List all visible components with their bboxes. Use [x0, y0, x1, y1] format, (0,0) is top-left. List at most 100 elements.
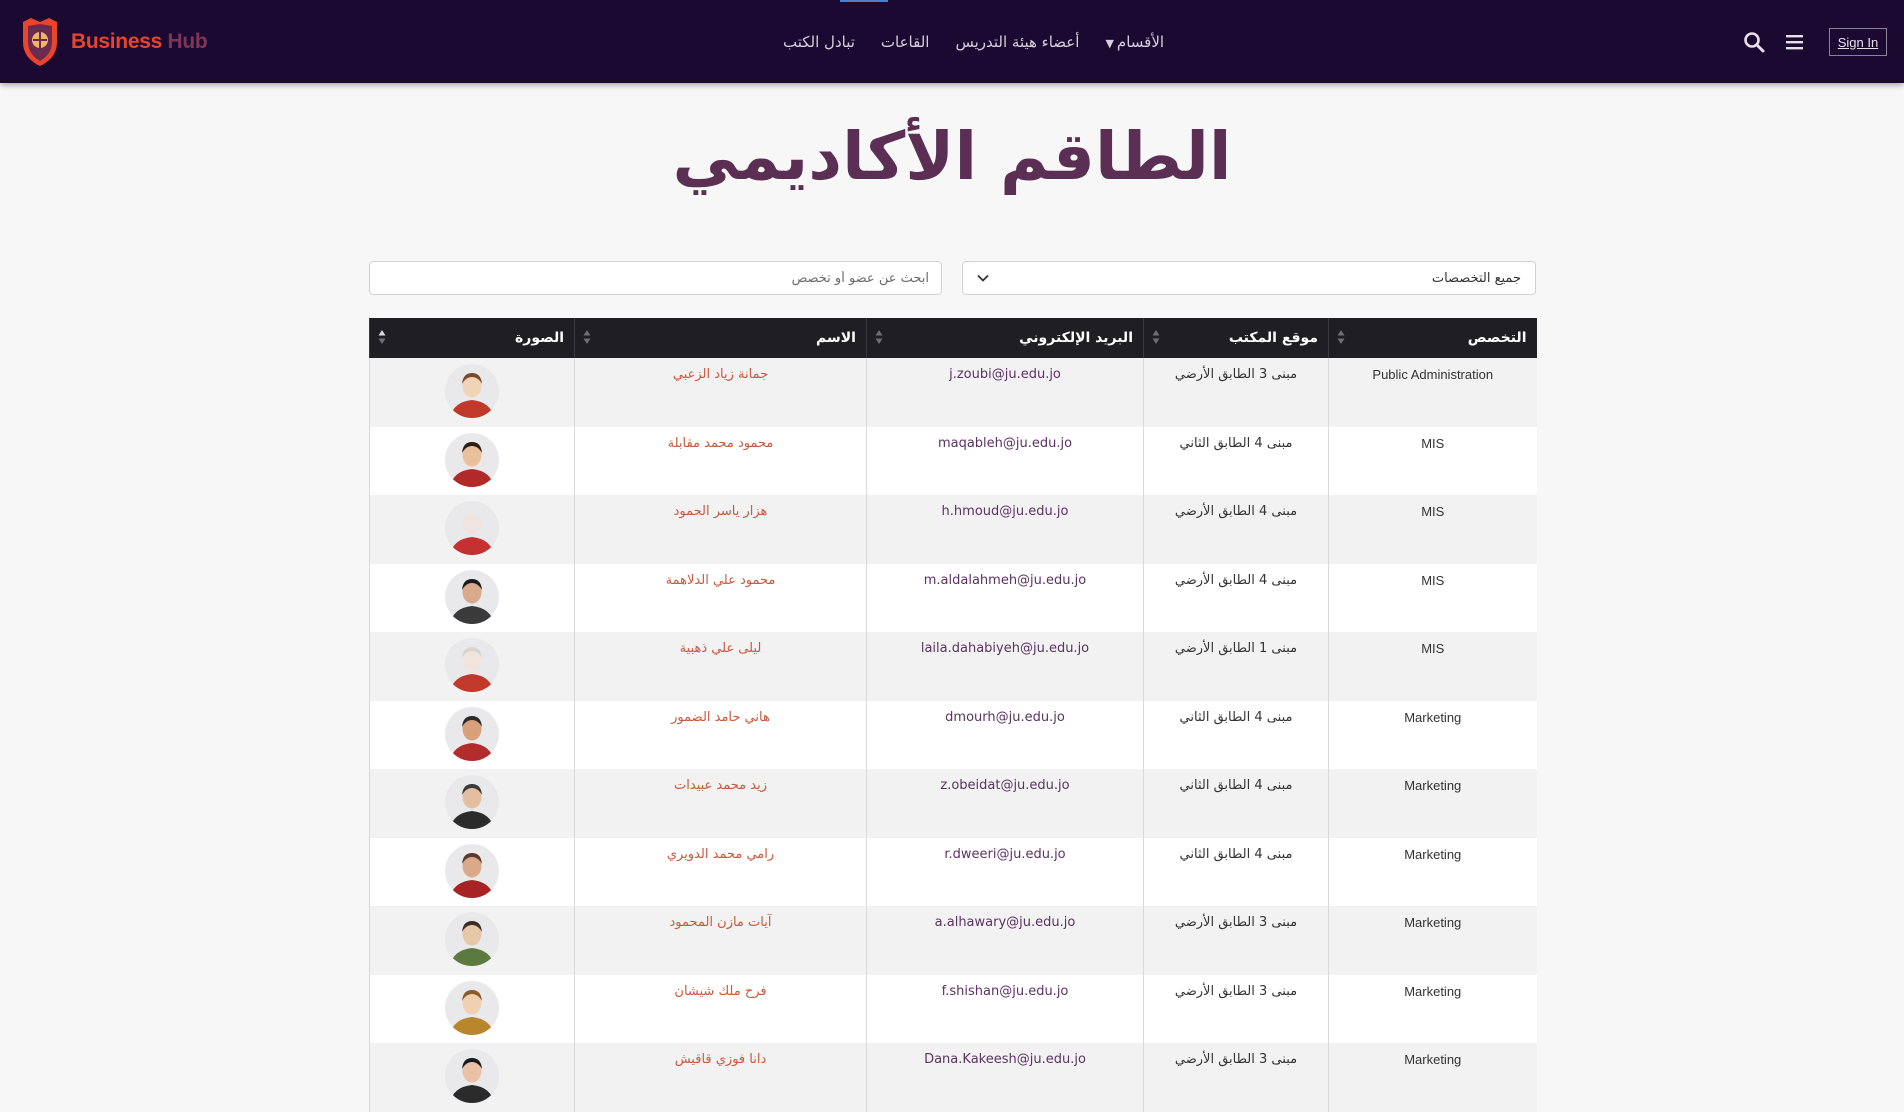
- header-specialization[interactable]: التخصص: [1328, 318, 1537, 358]
- name-link[interactable]: هاني حامد الضمور: [574, 700, 867, 769]
- top-navbar: Business Hub الأقسام▼ أعضاء هيئة التدريس…: [0, 0, 1904, 83]
- table-row: MIS مبنى 4 الطابق الثاني maqableh@ju.edu.j…: [369, 426, 1537, 495]
- name-link[interactable]: جمانة زياد الزعبي: [574, 358, 867, 427]
- table-row: MIS مبنى 4 الطابق الأرضي m.aldalahmeh@ju.e…: [369, 563, 1537, 632]
- photo-cell: [369, 1043, 575, 1112]
- avatar: [445, 775, 499, 829]
- specialization-cell: Marketing: [1328, 974, 1537, 1043]
- photo-cell: [369, 974, 575, 1043]
- table-row: Marketing مبنى 3 الطابق الأرضي f.shishan@j…: [369, 974, 1537, 1043]
- office-location-cell: مبنى 4 الطابق الثاني: [1143, 426, 1329, 495]
- specialization-cell: Public Administration: [1328, 358, 1537, 427]
- search-input[interactable]: [369, 261, 942, 295]
- office-location-cell: مبنى 4 الطابق الأرضي: [1143, 495, 1329, 564]
- specialization-cell: MIS: [1328, 426, 1537, 495]
- avatar: [445, 912, 499, 966]
- photo-cell: [369, 700, 575, 769]
- sort-icon: [583, 330, 591, 344]
- brand[interactable]: Business Hub: [19, 16, 208, 68]
- specialization-cell: Marketing: [1328, 769, 1537, 838]
- chevron-down-icon: [977, 274, 989, 282]
- nav-item-departments-label: الأقسام: [1116, 32, 1165, 51]
- email-link[interactable]: Dana.Kakeesh@ju.edu.jo: [866, 1043, 1144, 1112]
- brand-name-part1: Business: [71, 30, 162, 53]
- avatar: [445, 638, 499, 692]
- email-link[interactable]: laila.dahabiyeh@ju.edu.jo: [866, 632, 1144, 701]
- office-location-cell: مبنى 4 الطابق الثاني: [1143, 837, 1329, 906]
- name-link[interactable]: دانا فوزي قاقيش: [574, 1043, 867, 1112]
- table-row: Marketing مبنى 4 الطابق الثاني dmourh@ju.e…: [369, 700, 1537, 769]
- specialization-select[interactable]: جميع التخصصات: [962, 261, 1536, 295]
- photo-cell: [369, 632, 575, 701]
- email-link[interactable]: a.alhawary@ju.edu.jo: [866, 906, 1144, 975]
- office-location-cell: مبنى 1 الطابق الأرضي: [1143, 632, 1329, 701]
- name-link[interactable]: محمود محمد مقابلة: [574, 426, 867, 495]
- hamburger-menu-icon[interactable]: [1784, 31, 1806, 53]
- avatar: [445, 843, 499, 898]
- name-link[interactable]: ليلى علي ذهبية: [574, 632, 867, 701]
- header-office-label: موقع المكتب: [1228, 330, 1318, 346]
- header-email-label: البريد الإلكتروني: [1019, 330, 1133, 346]
- name-link[interactable]: محمود علي الدلاهمة: [574, 563, 867, 632]
- faculty-table-container: التخصص موقع المكتب البريد الإلكتروني الا…: [369, 318, 1537, 1112]
- avatar: [445, 706, 499, 761]
- header-office[interactable]: موقع المكتب: [1143, 318, 1329, 358]
- email-link[interactable]: h.hmoud@ju.edu.jo: [866, 495, 1144, 564]
- search-icon[interactable]: [1743, 31, 1765, 53]
- office-location-cell: مبنى 4 الطابق الثاني: [1143, 769, 1329, 838]
- table-row: Marketing مبنى 4 الطابق الثاني z.obeidat@j…: [369, 769, 1537, 838]
- header-name-label: الاسم: [816, 330, 856, 346]
- table-row: Marketing مبنى 3 الطابق الأرضي Dana.Kakees…: [369, 1043, 1537, 1112]
- nav-item-book-exchange[interactable]: تبادل الكتب: [783, 33, 855, 51]
- office-location-cell: مبنى 3 الطابق الأرضي: [1143, 358, 1329, 427]
- avatar: [445, 569, 499, 624]
- table-row: MIS مبنى 1 الطابق الأرضي laila.dahabiyeh@j…: [369, 632, 1537, 701]
- table-header-row: التخصص موقع المكتب البريد الإلكتروني الا…: [369, 318, 1537, 358]
- photo-cell: [369, 563, 575, 632]
- avatar: [445, 364, 499, 418]
- specialization-cell: Marketing: [1328, 700, 1537, 769]
- office-location-cell: مبنى 3 الطابق الأرضي: [1143, 1043, 1329, 1112]
- name-link[interactable]: زيد محمد عبيدات: [574, 769, 867, 838]
- email-link[interactable]: maqableh@ju.edu.jo: [866, 426, 1144, 495]
- specialization-select-value: جميع التخصصات: [1431, 270, 1521, 286]
- specialization-cell: MIS: [1328, 495, 1537, 564]
- brand-name: Business Hub: [71, 30, 208, 54]
- email-link[interactable]: r.dweeri@ju.edu.jo: [866, 837, 1144, 906]
- name-link[interactable]: رامي محمد الدويري: [574, 837, 867, 906]
- name-link[interactable]: هزار ياسر الحمود: [574, 495, 867, 564]
- avatar: [445, 501, 499, 555]
- office-location-cell: مبنى 3 الطابق الأرضي: [1143, 906, 1329, 975]
- brand-logo-icon: [23, 18, 57, 66]
- sign-in-button[interactable]: Sign In: [1829, 28, 1887, 56]
- specialization-cell: MIS: [1328, 632, 1537, 701]
- sort-icon: [1337, 330, 1345, 344]
- header-email[interactable]: البريد الإلكتروني: [866, 318, 1144, 358]
- nav-item-halls[interactable]: القاعات: [881, 33, 930, 51]
- photo-cell: [369, 426, 575, 495]
- faculty-table: التخصص موقع المكتب البريد الإلكتروني الا…: [369, 318, 1537, 1112]
- photo-cell: [369, 495, 575, 564]
- photo-cell: [369, 769, 575, 838]
- header-name[interactable]: الاسم: [574, 318, 867, 358]
- main-menu: الأقسام▼ أعضاء هيئة التدريس القاعات تباد…: [770, 0, 1177, 83]
- nav-item-faculty[interactable]: أعضاء هيئة التدريس: [955, 33, 1079, 51]
- specialization-cell: Marketing: [1328, 837, 1537, 906]
- table-row: Public Administration مبنى 3 الطابق الأرض…: [369, 358, 1537, 427]
- specialization-cell: MIS: [1328, 563, 1537, 632]
- nav-item-departments[interactable]: الأقسام▼: [1105, 33, 1164, 51]
- specialization-cell: Marketing: [1328, 906, 1537, 975]
- header-photo[interactable]: الصورة: [369, 318, 575, 358]
- email-link[interactable]: dmourh@ju.edu.jo: [866, 700, 1144, 769]
- office-location-cell: مبنى 4 الطابق الأرضي: [1143, 563, 1329, 632]
- header-photo-label: الصورة: [515, 330, 564, 346]
- table-row: Marketing مبنى 3 الطابق الأرضي a.alhawary@…: [369, 906, 1537, 975]
- name-link[interactable]: آيات مازن المحمود: [574, 906, 867, 975]
- email-link[interactable]: j.zoubi@ju.edu.jo: [866, 358, 1144, 427]
- email-link[interactable]: z.obeidat@ju.edu.jo: [866, 769, 1144, 838]
- email-link[interactable]: m.aldalahmeh@ju.edu.jo: [866, 563, 1144, 632]
- table-row: Marketing مبنى 4 الطابق الثاني r.dweeri@ju…: [369, 837, 1537, 906]
- email-link[interactable]: f.shishan@ju.edu.jo: [866, 974, 1144, 1043]
- sort-icon: [1152, 330, 1160, 344]
- name-link[interactable]: فرح ملك شيشان: [574, 974, 867, 1043]
